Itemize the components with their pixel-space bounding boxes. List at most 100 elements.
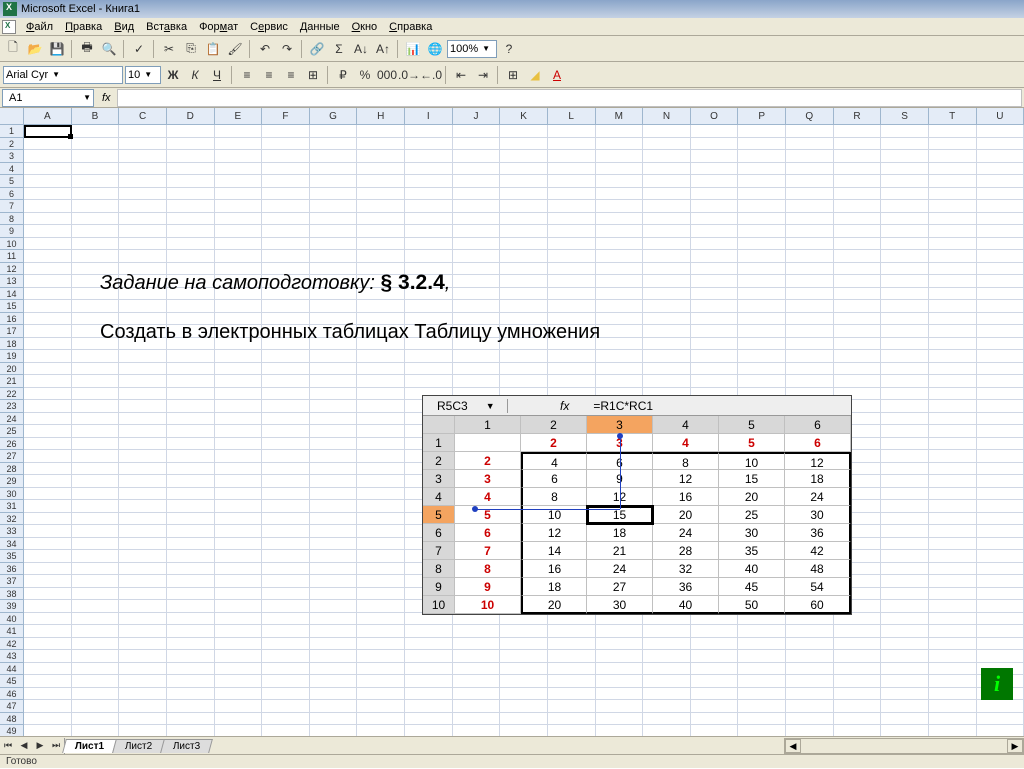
cell[interactable] <box>691 225 739 238</box>
cell[interactable] <box>786 688 834 701</box>
cell[interactable] <box>881 175 929 188</box>
row-header[interactable]: 48 <box>0 713 24 726</box>
cell[interactable] <box>167 425 215 438</box>
cell[interactable] <box>834 338 882 351</box>
cell[interactable] <box>691 313 739 326</box>
underline-icon[interactable]: Ч <box>207 65 227 85</box>
cell[interactable] <box>929 575 977 588</box>
cell[interactable] <box>167 400 215 413</box>
cell[interactable] <box>738 363 786 376</box>
cell[interactable] <box>834 663 882 676</box>
cell[interactable] <box>881 675 929 688</box>
align-left-icon[interactable]: ≡ <box>237 65 257 85</box>
cell[interactable] <box>834 713 882 726</box>
cell[interactable] <box>405 675 453 688</box>
cell[interactable] <box>262 438 310 451</box>
row-header[interactable]: 1 <box>0 125 24 138</box>
cell[interactable] <box>167 613 215 626</box>
row-header[interactable]: 46 <box>0 688 24 701</box>
cell[interactable] <box>929 300 977 313</box>
cell[interactable] <box>643 300 691 313</box>
cell[interactable] <box>119 700 167 713</box>
cell[interactable] <box>929 200 977 213</box>
row-header[interactable]: 25 <box>0 425 24 438</box>
cell[interactable] <box>72 163 120 176</box>
cell[interactable] <box>548 125 596 138</box>
cell[interactable] <box>262 538 310 551</box>
cell[interactable] <box>215 525 263 538</box>
cell[interactable] <box>929 150 977 163</box>
cell[interactable] <box>691 325 739 338</box>
cell[interactable] <box>310 188 358 201</box>
cell[interactable] <box>119 238 167 251</box>
cell[interactable] <box>167 150 215 163</box>
cell[interactable] <box>310 675 358 688</box>
cell[interactable] <box>24 613 72 626</box>
cell[interactable] <box>929 338 977 351</box>
cell[interactable] <box>405 238 453 251</box>
cell[interactable] <box>215 363 263 376</box>
cell[interactable] <box>72 438 120 451</box>
cell[interactable] <box>596 225 644 238</box>
col-header[interactable]: P <box>738 108 786 125</box>
cell[interactable] <box>453 288 501 301</box>
cell[interactable] <box>500 163 548 176</box>
cell[interactable] <box>453 300 501 313</box>
cell[interactable] <box>738 150 786 163</box>
cell[interactable] <box>310 350 358 363</box>
cell[interactable] <box>977 188 1024 201</box>
cell[interactable] <box>738 263 786 276</box>
cell[interactable] <box>119 213 167 226</box>
cell[interactable] <box>72 700 120 713</box>
cell[interactable] <box>977 125 1024 138</box>
cell[interactable] <box>167 300 215 313</box>
cell[interactable] <box>215 538 263 551</box>
cell[interactable] <box>834 200 882 213</box>
cell[interactable] <box>977 438 1024 451</box>
cell[interactable] <box>453 138 501 151</box>
cell[interactable] <box>881 388 929 401</box>
cell[interactable] <box>738 650 786 663</box>
row-header[interactable]: 19 <box>0 350 24 363</box>
cell[interactable] <box>738 163 786 176</box>
row-headers[interactable]: 1234567891011121314151617181920212223242… <box>0 125 24 748</box>
cell[interactable] <box>881 238 929 251</box>
cell[interactable] <box>72 238 120 251</box>
cell[interactable] <box>119 375 167 388</box>
cell[interactable] <box>357 213 405 226</box>
row-header[interactable]: 38 <box>0 588 24 601</box>
cell[interactable] <box>453 625 501 638</box>
cell[interactable] <box>215 225 263 238</box>
cell[interactable] <box>548 700 596 713</box>
cell[interactable] <box>310 238 358 251</box>
cell[interactable] <box>310 488 358 501</box>
cell[interactable] <box>119 500 167 513</box>
cell[interactable] <box>834 325 882 338</box>
cell[interactable] <box>881 163 929 176</box>
cell[interactable] <box>738 200 786 213</box>
cell[interactable] <box>596 250 644 263</box>
cell[interactable] <box>881 413 929 426</box>
spell-icon[interactable]: ✓ <box>129 39 149 59</box>
cell[interactable] <box>596 650 644 663</box>
cell[interactable] <box>691 338 739 351</box>
cell[interactable] <box>596 300 644 313</box>
name-box[interactable]: A1▼ <box>2 89 94 107</box>
cell[interactable] <box>929 413 977 426</box>
cell[interactable] <box>881 663 929 676</box>
row-header[interactable]: 42 <box>0 638 24 651</box>
cell[interactable] <box>548 663 596 676</box>
cell[interactable] <box>357 500 405 513</box>
cell[interactable] <box>929 275 977 288</box>
sheet-tab-3[interactable]: Лист3 <box>161 739 214 753</box>
cell[interactable] <box>405 175 453 188</box>
cell[interactable] <box>119 388 167 401</box>
cell[interactable] <box>738 225 786 238</box>
cell[interactable] <box>262 500 310 513</box>
cell[interactable] <box>738 238 786 251</box>
row-header[interactable]: 14 <box>0 288 24 301</box>
cell[interactable] <box>786 325 834 338</box>
cell[interactable] <box>357 163 405 176</box>
cell[interactable] <box>262 563 310 576</box>
cell[interactable] <box>357 475 405 488</box>
